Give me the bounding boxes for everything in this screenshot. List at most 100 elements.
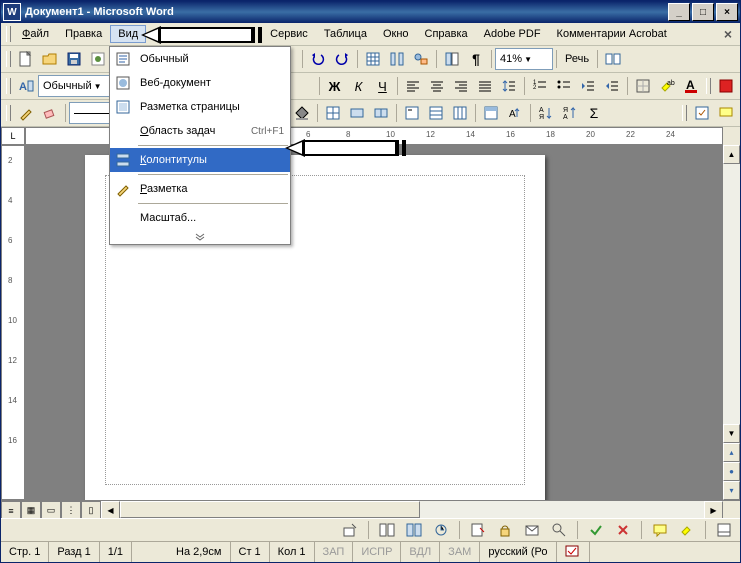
sort-asc-icon[interactable]: АЯ — [535, 102, 557, 124]
h-scroll-track[interactable] — [120, 501, 704, 518]
new-doc-icon[interactable] — [15, 48, 37, 70]
vertical-scrollbar[interactable]: ▲ ▼ ▴ ● ▾ — [722, 145, 740, 500]
scroll-up-button[interactable]: ▲ — [723, 145, 740, 164]
align-cell-icon[interactable] — [401, 102, 423, 124]
compare-side-icon[interactable] — [376, 519, 398, 541]
show-marks-icon[interactable]: ¶ — [465, 48, 487, 70]
menu-item-обычный[interactable]: Обычный — [110, 47, 290, 71]
maximize-button[interactable]: □ — [692, 3, 714, 21]
scroll-down-button[interactable]: ▼ — [723, 424, 740, 443]
h-scroll-thumb[interactable] — [120, 501, 420, 518]
grip-handle[interactable] — [682, 105, 687, 121]
eraser-icon[interactable] — [39, 102, 61, 124]
underline-icon[interactable]: Ч — [371, 75, 393, 97]
bold-icon[interactable]: Ж — [324, 75, 346, 97]
italic-icon[interactable]: К — [348, 75, 370, 97]
protect-icon[interactable] — [494, 519, 516, 541]
align-center-icon[interactable] — [426, 75, 448, 97]
status-rec[interactable]: ЗАП — [315, 542, 354, 562]
menu-edit[interactable]: Правка — [57, 25, 110, 43]
align-justify-icon[interactable] — [474, 75, 496, 97]
menu-item-разметка-страницы[interactable]: Разметка страницы — [110, 95, 290, 119]
reset-window-icon[interactable] — [430, 519, 452, 541]
insert-table-icon[interactable] — [362, 48, 384, 70]
decrease-indent-icon[interactable] — [577, 75, 599, 97]
split-cells-icon[interactable] — [370, 102, 392, 124]
sync-scroll-icon[interactable] — [403, 519, 425, 541]
align-right-icon[interactable] — [450, 75, 472, 97]
pdf-review-icon[interactable] — [691, 102, 713, 124]
select-objects-icon[interactable] — [339, 519, 361, 541]
menu-tools[interactable]: Сервис — [262, 25, 316, 43]
grip-handle[interactable] — [706, 78, 711, 94]
status-spellcheck-icon[interactable] — [557, 542, 590, 562]
distribute-rows-icon[interactable] — [425, 102, 447, 124]
menu-adobe-pdf[interactable]: Adobe PDF — [476, 25, 549, 43]
menu-acrobat-comments[interactable]: Комментарии Acrobat — [549, 25, 675, 43]
grip-handle[interactable] — [6, 51, 11, 67]
menu-table[interactable]: Таблица — [316, 25, 375, 43]
columns-icon[interactable] — [386, 48, 408, 70]
text-direction-icon[interactable]: A — [504, 102, 526, 124]
status-trk[interactable]: ИСПР — [353, 542, 401, 562]
vertical-ruler[interactable]: 246810121416 — [1, 145, 25, 500]
merge-cells-icon[interactable] — [346, 102, 368, 124]
menu-expand-chevron[interactable] — [110, 230, 290, 244]
minimize-button[interactable]: _ — [668, 3, 690, 21]
menu-item-колонтитулы[interactable]: Колонтитулы — [110, 148, 290, 172]
doc-map-icon[interactable] — [441, 48, 463, 70]
drawing-icon[interactable] — [410, 48, 432, 70]
autosum-icon[interactable]: Σ — [583, 102, 605, 124]
numbering-icon[interactable]: 12 — [529, 75, 551, 97]
status-ext[interactable]: ВДЛ — [401, 542, 440, 562]
scroll-track[interactable] — [723, 164, 740, 424]
undo-icon[interactable] — [307, 48, 329, 70]
status-ovr[interactable]: ЗАМ — [440, 542, 480, 562]
envelope-icon[interactable] — [521, 519, 543, 541]
menu-file[interactable]: Файл — [14, 25, 57, 43]
font-color-icon[interactable]: A — [680, 75, 702, 97]
insert-table-icon-2[interactable] — [322, 102, 344, 124]
menu-item-веб-документ[interactable]: Веб-документ — [110, 71, 290, 95]
doc-close-button[interactable]: × — [718, 26, 738, 42]
close-button[interactable]: × — [716, 3, 738, 21]
menu-item-область-задач[interactable]: Область задачCtrl+F1 — [110, 119, 290, 143]
save-icon[interactable] — [63, 48, 85, 70]
shading-color-icon[interactable] — [291, 102, 313, 124]
status-lang[interactable]: русский (Ро — [480, 542, 556, 562]
menu-window[interactable]: Окно — [375, 25, 417, 43]
align-left-icon[interactable] — [402, 75, 424, 97]
new-comment-icon[interactable] — [649, 519, 671, 541]
grip-handle[interactable] — [6, 105, 11, 121]
highlight-tool-icon[interactable] — [676, 519, 698, 541]
speech-button[interactable]: Речь — [561, 48, 593, 70]
browse-next-button[interactable]: ▾ — [723, 481, 740, 500]
menu-item-разметка[interactable]: Разметка — [110, 177, 290, 201]
find-icon[interactable] — [548, 519, 570, 541]
draw-table-icon[interactable] — [15, 102, 37, 124]
sort-desc-icon[interactable]: ЯА — [559, 102, 581, 124]
grip-handle[interactable] — [6, 78, 11, 94]
permission-icon[interactable] — [87, 48, 109, 70]
reject-change-icon[interactable] — [612, 519, 634, 541]
reviewing-pane-icon[interactable] — [713, 519, 735, 541]
browse-prev-button[interactable]: ▴ — [723, 443, 740, 462]
pdf-comment-icon[interactable] — [715, 102, 737, 124]
open-icon[interactable] — [39, 48, 61, 70]
styles-pane-icon[interactable]: А — [15, 75, 37, 97]
menu-help[interactable]: Справка — [417, 25, 476, 43]
highlight-icon[interactable]: ab — [656, 75, 678, 97]
line-spacing-icon[interactable] — [498, 75, 520, 97]
menu-item-масштаб-[interactable]: Масштаб... — [110, 206, 290, 230]
track-changes-icon[interactable] — [467, 519, 489, 541]
zoom-combo[interactable]: 41%▼ — [495, 48, 553, 70]
accept-change-icon[interactable] — [585, 519, 607, 541]
redo-icon[interactable] — [331, 48, 353, 70]
autoformat-icon[interactable] — [480, 102, 502, 124]
browse-object-button[interactable]: ● — [723, 462, 740, 481]
bullets-icon[interactable] — [553, 75, 575, 97]
distribute-cols-icon[interactable] — [449, 102, 471, 124]
pdf-maker-icon[interactable] — [715, 75, 737, 97]
read-icon[interactable] — [602, 48, 624, 70]
increase-indent-icon[interactable] — [601, 75, 623, 97]
